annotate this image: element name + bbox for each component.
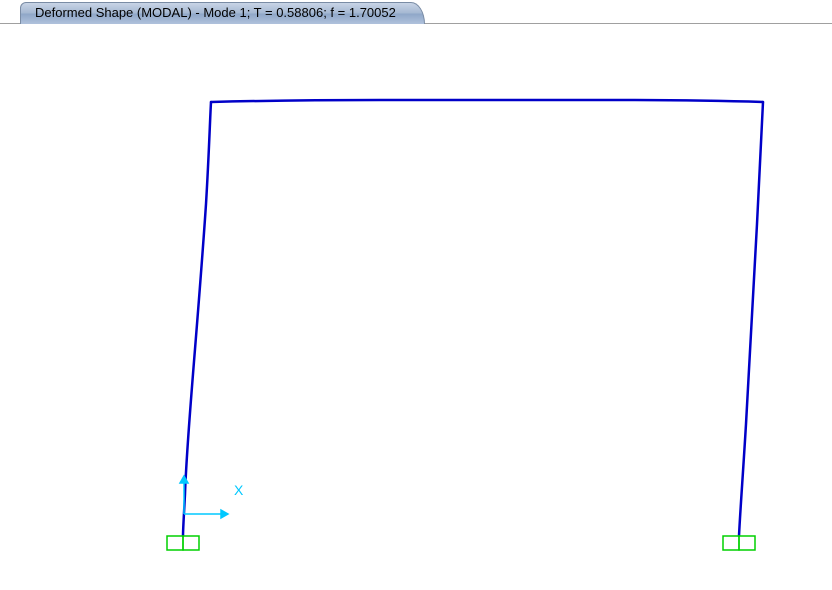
tab-bar: Deformed Shape (MODAL) - Mode 1; T = 0.5… <box>0 0 832 24</box>
supports <box>167 536 755 550</box>
x-axis-arrowhead <box>221 510 228 518</box>
tab-title: Deformed Shape (MODAL) - Mode 1; T = 0.5… <box>35 5 396 20</box>
model-canvas <box>0 24 832 590</box>
right-column <box>739 102 763 536</box>
left-column <box>183 102 211 536</box>
tab-deformed-shape[interactable]: Deformed Shape (MODAL) - Mode 1; T = 0.5… <box>20 2 425 24</box>
right-support-box-2 <box>739 536 755 550</box>
deformed-frame <box>183 100 763 536</box>
top-beam <box>211 100 763 102</box>
left-support-box-2 <box>183 536 199 550</box>
left-support-box <box>167 536 183 550</box>
viewport-3d[interactable]: X <box>0 24 832 590</box>
coordinate-axes <box>180 476 228 518</box>
x-axis-label: X <box>234 482 243 498</box>
right-support-box <box>723 536 739 550</box>
